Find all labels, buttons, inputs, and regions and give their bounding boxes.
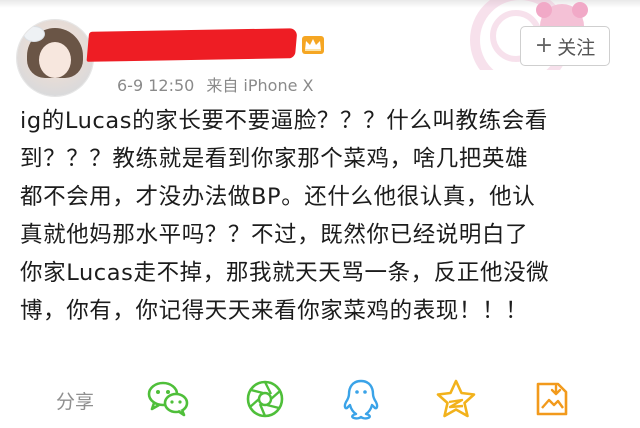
post-body: ig的Lucas的家长要不要逼脸？？？什么叫教练会看 到？？？教练就是看到你家那…	[20, 102, 625, 330]
save-image-icon[interactable]	[532, 378, 572, 420]
post-text-line: 真就他妈那水平吗？？不过，既然你已经说明白了	[20, 222, 529, 248]
avatar-bow	[23, 26, 45, 42]
post-text-line: 都不会用，才没办法做BP。还什么他很认真，他认	[20, 184, 536, 210]
plus-icon: +	[534, 33, 554, 58]
username-redacted[interactable]	[86, 28, 298, 62]
post-text-line: ig的Lucas的家长要不要逼脸？？？什么叫教练会看	[20, 108, 548, 134]
post-text-line: 你家Lucas走不掉，那我就天天骂一条，反正他没微	[20, 260, 550, 286]
follow-label: 关注	[557, 36, 596, 59]
share-label: 分享	[56, 391, 95, 413]
post-meta: 6-9 12:50 来自 iPhone X	[117, 72, 313, 96]
post-text-line: 到？？？教练就是看到你家那个菜鸡，啥几把英雄	[20, 146, 529, 172]
crown-icon	[302, 36, 324, 54]
follow-button[interactable]: + 关注	[520, 26, 610, 66]
decor-ear	[536, 2, 552, 18]
wechat-icon[interactable]	[146, 378, 190, 418]
avatar[interactable]	[17, 20, 93, 96]
share-bar: 分享	[0, 372, 640, 422]
moments-icon[interactable]	[244, 378, 286, 420]
post-source[interactable]: 来自 iPhone X	[206, 76, 313, 95]
decor-ear	[572, 2, 588, 18]
qq-icon[interactable]	[341, 378, 381, 420]
avatar-face	[39, 42, 71, 78]
qzone-icon[interactable]	[434, 378, 478, 420]
post-text-line: 博，你有，你记得天天来看你家菜鸡的表现！！！	[20, 298, 529, 324]
post-time: 6-9 12:50	[117, 76, 195, 95]
